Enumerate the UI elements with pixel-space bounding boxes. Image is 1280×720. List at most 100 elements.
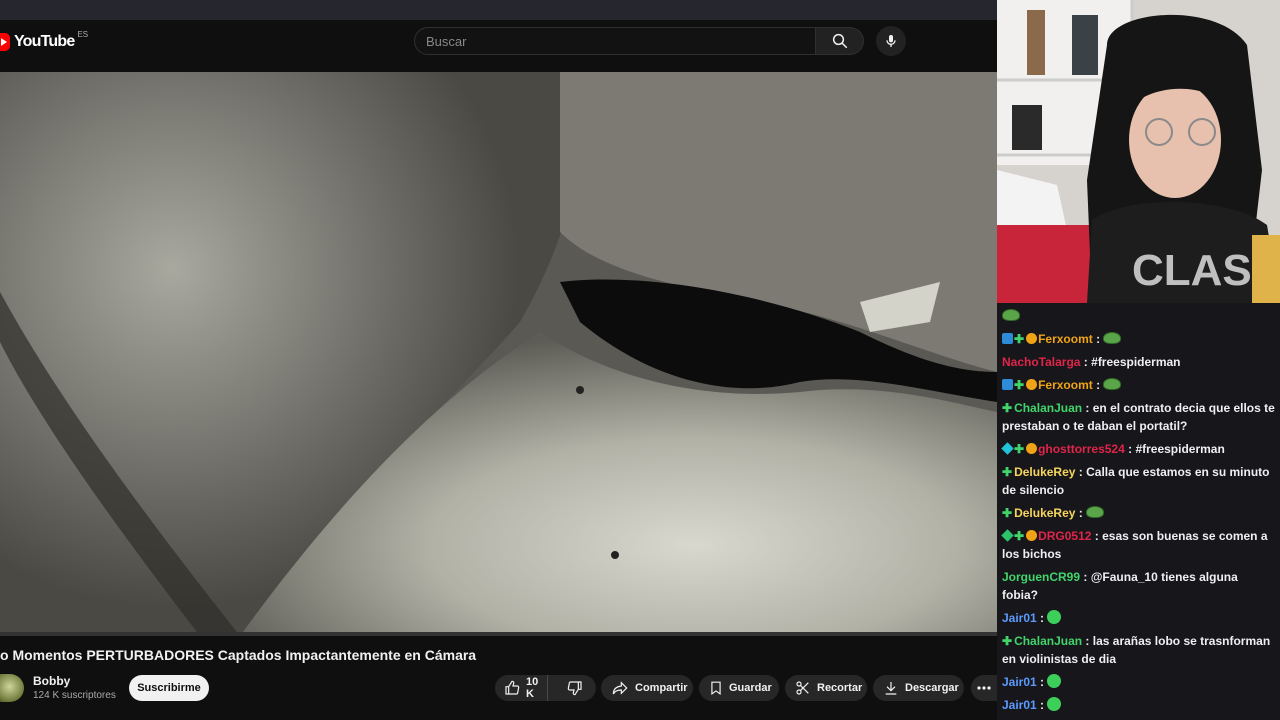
share-icon bbox=[612, 681, 628, 695]
coin-badge-icon bbox=[1026, 379, 1038, 390]
clip-button[interactable]: Recortar bbox=[785, 675, 867, 701]
chat-message: ✚ DelukeRey : Calla que estamos en su min… bbox=[1002, 463, 1275, 499]
thumbs-down-icon bbox=[567, 681, 582, 696]
video-frame-cave bbox=[0, 72, 997, 636]
green-face-emote-icon bbox=[1047, 610, 1062, 624]
green-face-emote-icon bbox=[1047, 697, 1062, 711]
plus-badge-icon: ✚ bbox=[1014, 378, 1025, 392]
more-actions-button[interactable] bbox=[971, 675, 997, 701]
frog-emote-icon bbox=[1002, 309, 1020, 321]
microphone-icon bbox=[886, 35, 896, 47]
video-player[interactable] bbox=[0, 72, 997, 636]
plus-badge-icon: ✚ bbox=[1014, 442, 1025, 456]
plus-badge-icon: ✚ bbox=[1014, 529, 1025, 543]
download-label: Descargar bbox=[905, 682, 959, 694]
thumbs-up-icon bbox=[505, 680, 520, 695]
channel-avatar[interactable] bbox=[0, 674, 24, 702]
chat-username[interactable]: ChalanJuan bbox=[1014, 634, 1082, 648]
green-face-emote-icon bbox=[1047, 674, 1062, 688]
youtube-logo[interactable]: YouTube ES bbox=[0, 29, 89, 51]
chat-message bbox=[1002, 307, 1275, 325]
clip-label: Recortar bbox=[817, 682, 863, 694]
chat-separator: : bbox=[1124, 442, 1136, 456]
chat-separator: : bbox=[1080, 355, 1092, 369]
streamer-webcam: CLAST bbox=[997, 0, 1280, 303]
chat-text: #freespiderman bbox=[1135, 442, 1225, 456]
youtube-play-icon bbox=[0, 33, 10, 51]
chat-username[interactable]: DelukeRey bbox=[1014, 465, 1075, 479]
search-icon bbox=[832, 33, 847, 49]
dislike-button[interactable] bbox=[554, 680, 596, 696]
chat-separator: : bbox=[1091, 529, 1103, 543]
country-code: ES bbox=[77, 29, 89, 39]
coin-badge-icon bbox=[1026, 530, 1038, 541]
chat-separator: : bbox=[1080, 570, 1091, 584]
chat-username[interactable]: ghosttorres524 bbox=[1038, 442, 1125, 456]
save-button[interactable]: Guardar bbox=[699, 675, 779, 701]
chat-message: ✚ DelukeRey : bbox=[1002, 504, 1275, 522]
chat-username[interactable]: Ferxoomt bbox=[1038, 378, 1093, 392]
prime-badge-icon bbox=[1002, 379, 1013, 390]
coin-badge-icon bbox=[1026, 333, 1038, 344]
like-button[interactable]: 10 K bbox=[495, 675, 549, 701]
chat-separator: : bbox=[1092, 332, 1104, 346]
plus-badge-icon: ✚ bbox=[1002, 401, 1013, 415]
plus-badge-icon: ✚ bbox=[1002, 465, 1013, 479]
stream-chat: ✚ Ferxoomt : NachoTalarga : #freespiderma… bbox=[997, 303, 1280, 720]
chat-username[interactable]: Jair01 bbox=[1002, 698, 1037, 712]
like-count: 10 K bbox=[526, 676, 539, 700]
chat-username[interactable]: NachoTalarga bbox=[1002, 355, 1080, 369]
download-icon bbox=[885, 682, 897, 695]
share-button[interactable]: Compartir bbox=[601, 675, 693, 701]
chat-separator: : bbox=[1036, 698, 1048, 712]
chat-message: Jair01 : bbox=[1002, 673, 1275, 691]
chat-separator: : bbox=[1092, 378, 1104, 392]
voice-search-button[interactable] bbox=[876, 26, 906, 56]
download-button[interactable]: Descargar bbox=[873, 675, 964, 701]
search-button[interactable] bbox=[816, 27, 864, 55]
chat-separator: : bbox=[1036, 675, 1048, 689]
chat-message: Jair01 : bbox=[1002, 609, 1275, 627]
chat-message: ✚ DRG0512 : esas son buenas se comen a lo… bbox=[1001, 527, 1275, 563]
chat-message: Jair01 : bbox=[1002, 696, 1275, 714]
chat-separator: : bbox=[1075, 506, 1087, 520]
channel-row: Bobby 124 K suscriptores Suscribirme 10 … bbox=[0, 670, 997, 710]
chat-text: #freespiderman bbox=[1091, 355, 1181, 369]
chat-username[interactable]: ChalanJuan bbox=[1014, 401, 1082, 415]
chat-message: ✚ ChalanJuan : las arañas lobo se trasnfo… bbox=[1002, 632, 1275, 668]
chat-separator: : bbox=[1082, 634, 1093, 648]
chat-message: ✚ Ferxoomt : bbox=[1002, 376, 1275, 394]
video-progress-bar[interactable] bbox=[0, 632, 997, 636]
chat-username[interactable]: DRG0512 bbox=[1038, 529, 1091, 543]
gem-badge-icon bbox=[1001, 442, 1014, 455]
chat-message: NachoTalarga : #freespiderman bbox=[1002, 353, 1275, 371]
channel-name[interactable]: Bobby bbox=[33, 674, 70, 688]
like-dislike-group: 10 K bbox=[495, 675, 596, 701]
bookmark-icon bbox=[711, 681, 721, 695]
chat-separator: : bbox=[1075, 465, 1087, 479]
webcam-image: CLAST bbox=[997, 0, 1280, 303]
plus-badge-icon: ✚ bbox=[1002, 634, 1013, 648]
chat-username[interactable]: DelukeRey bbox=[1014, 506, 1075, 520]
chat-username[interactable]: Jair01 bbox=[1002, 611, 1037, 625]
frog-emote-icon bbox=[1086, 506, 1105, 518]
chat-message: ✚ ChalanJuan : en el contrato decia que e… bbox=[1002, 399, 1275, 435]
gem-badge-icon bbox=[1001, 529, 1014, 542]
save-label: Guardar bbox=[729, 682, 772, 694]
chat-message: JorguenCR99 : @Fauna_10 tienes alguna fo… bbox=[1002, 568, 1275, 604]
plus-badge-icon: ✚ bbox=[1002, 506, 1013, 520]
subscribe-button[interactable]: Suscribirme bbox=[129, 675, 209, 701]
youtube-header: YouTube ES Buscar bbox=[0, 20, 997, 72]
prime-badge-icon bbox=[1002, 333, 1013, 344]
search-input[interactable]: Buscar bbox=[414, 27, 816, 55]
chat-username[interactable]: JorguenCR99 bbox=[1002, 570, 1080, 584]
chat-separator: : bbox=[1036, 611, 1048, 625]
chat-message: ✚ ghosttorres524 : #freespiderman bbox=[1001, 440, 1275, 458]
browser-top-strip bbox=[0, 0, 997, 20]
chat-username[interactable]: Ferxoomt bbox=[1038, 332, 1093, 346]
coin-badge-icon bbox=[1026, 443, 1038, 454]
chat-username[interactable]: Jair01 bbox=[1002, 675, 1037, 689]
frog-emote-icon bbox=[1103, 378, 1122, 390]
video-title: o Momentos PERTURBADORES Captados Impact… bbox=[0, 647, 477, 663]
scissors-icon bbox=[796, 681, 809, 695]
